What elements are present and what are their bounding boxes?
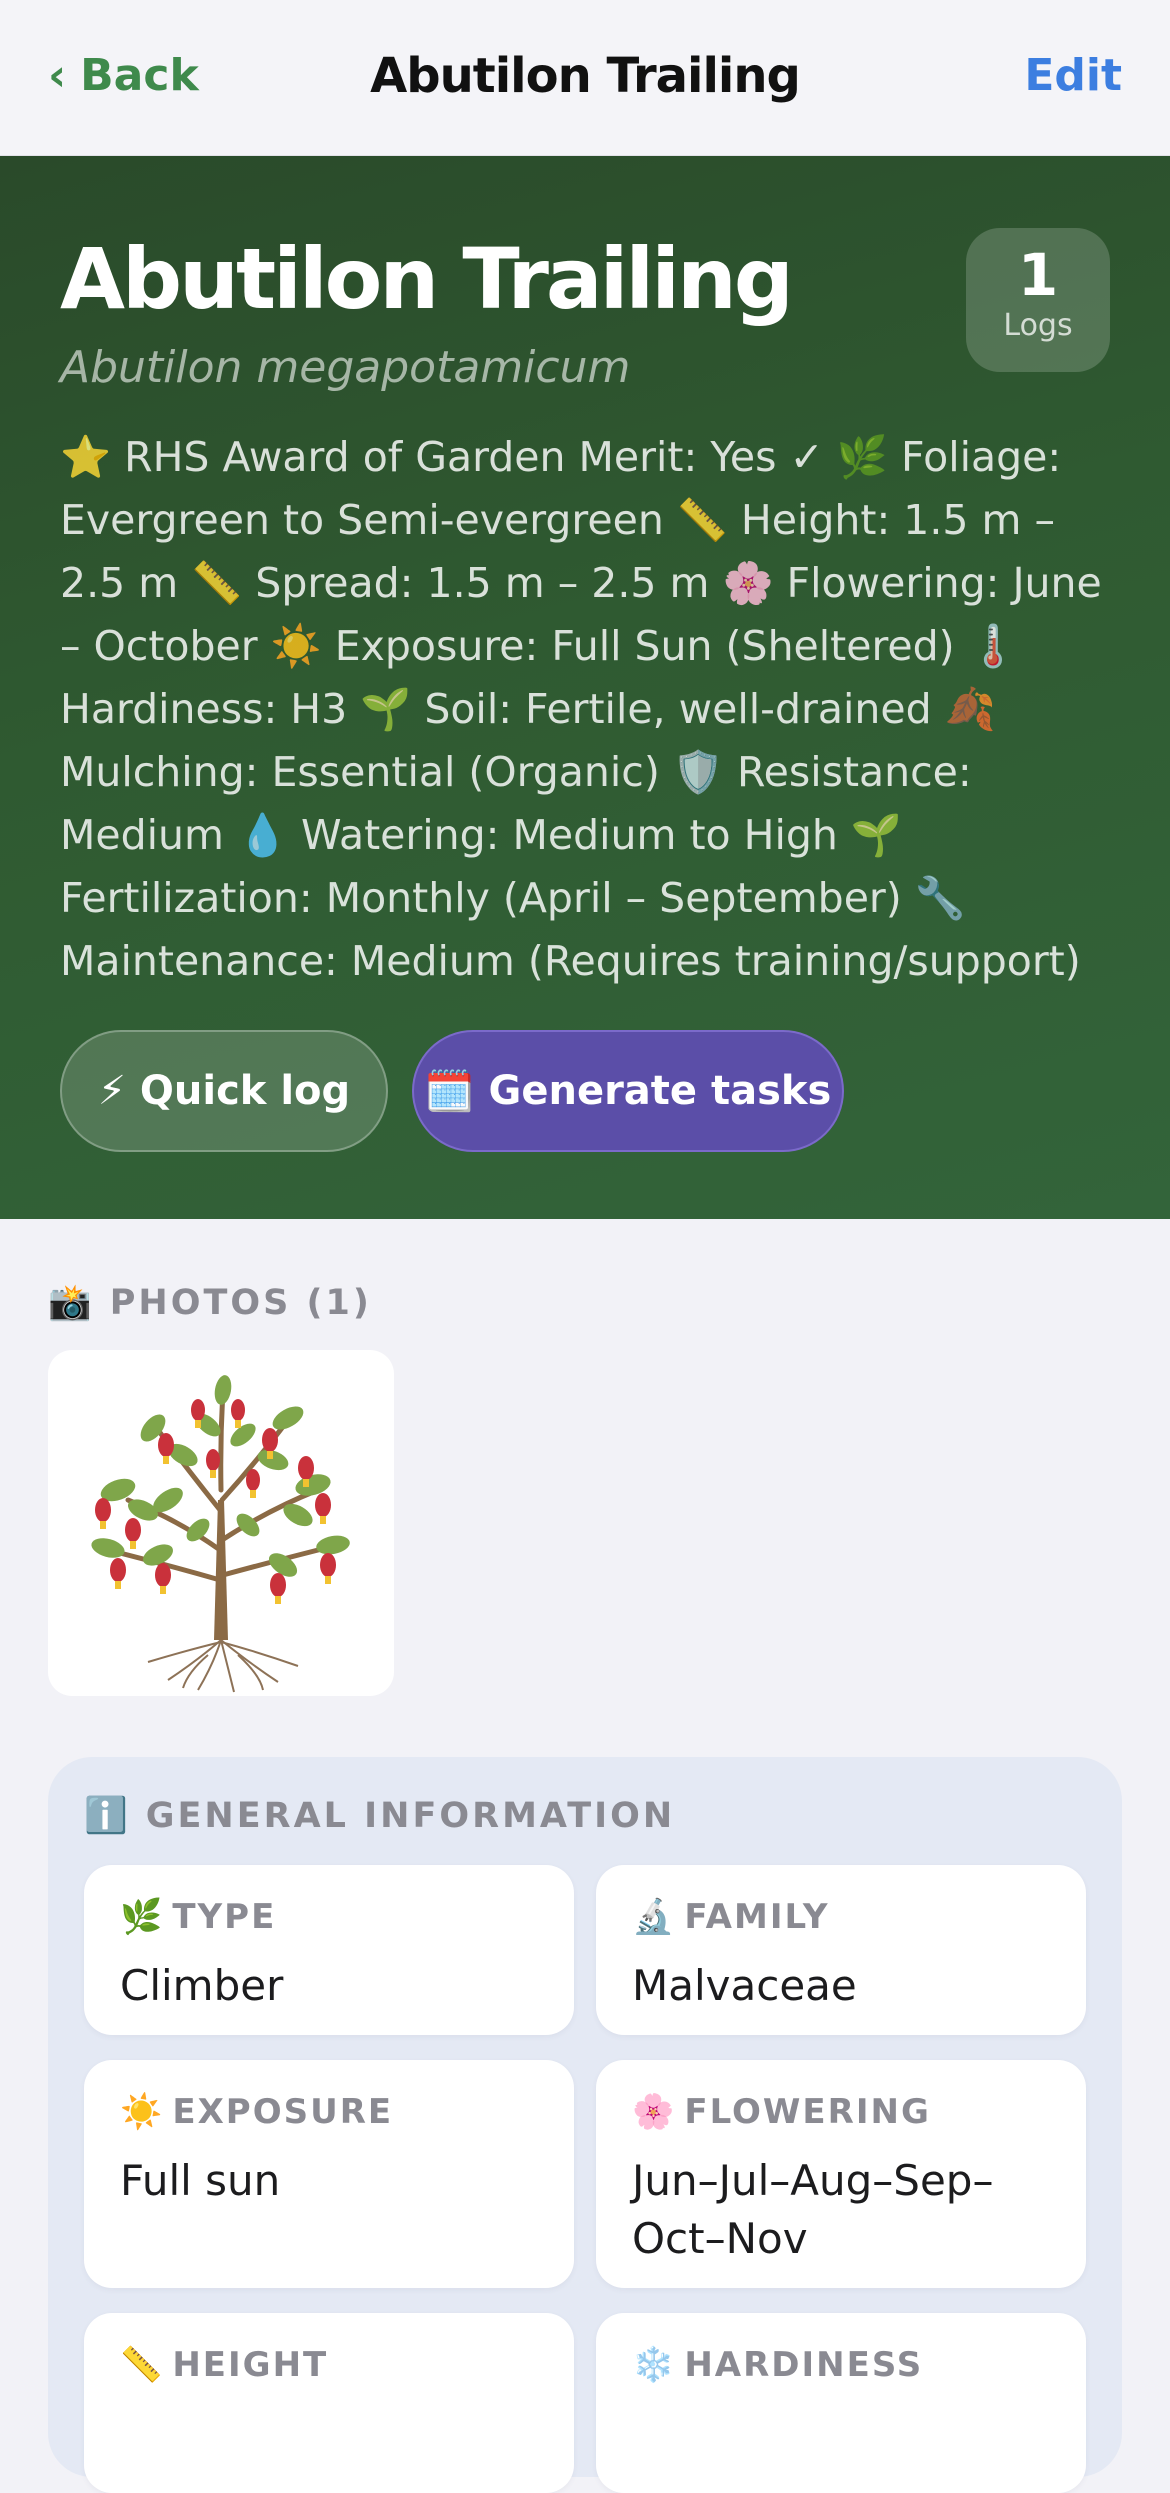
logs-count: 1 — [1017, 241, 1059, 309]
family-label: FAMILY — [684, 1897, 830, 1937]
navigation-bar: ‹ Back Abutilon Trailing Edit — [0, 0, 1170, 156]
snowflake-icon: ❄️ — [632, 2345, 675, 2385]
info-icon: ℹ️ — [84, 1796, 131, 1836]
info-card-hardiness-label: ❄️ HARDINESS — [632, 2345, 923, 2385]
info-card-family-label: 🔬 FAMILY — [632, 1897, 829, 1937]
type-label: TYPE — [172, 1897, 277, 1937]
exposure-label: EXPOSURE — [172, 2092, 394, 2132]
general-information-label: GENERAL INFORMATION — [145, 1796, 676, 1836]
photos-header-label: PHOTOS (1) — [109, 1283, 372, 1323]
general-information-panel: ℹ️ GENERAL INFORMATION 🌿 TYPE Climber 🔬 FA… — [48, 1757, 1122, 2493]
photos-section-header: 📸 PHOTOS (1) — [48, 1282, 372, 1323]
back-label: Back — [80, 50, 199, 101]
hardiness-label: HARDINESS — [684, 2345, 924, 2385]
calendar-icon: 🗓️ — [424, 1068, 475, 1115]
exposure-value: Full sun — [120, 2156, 281, 2205]
back-button[interactable]: ‹ Back — [48, 50, 199, 101]
plant-hero: Abutilon Trailing Abutilon megapotamicum… — [0, 156, 1170, 1219]
quick-log-button[interactable]: ⚡ Quick log — [60, 1030, 388, 1152]
info-card-exposure-label: ☀️ EXPOSURE — [120, 2092, 393, 2132]
info-card-flowering: 🌸 FLOWERING Jun–Jul–Aug–Sep–Oct–Nov — [596, 2060, 1086, 2288]
info-card-type-label: 🌿 TYPE — [120, 1897, 276, 1937]
quick-log-label: Quick log — [139, 1068, 351, 1114]
sun-icon: ☀️ — [120, 2092, 163, 2132]
plant-photo-thumbnail[interactable] — [48, 1350, 394, 1696]
edit-button[interactable]: Edit — [1024, 50, 1122, 101]
herb-icon: 🌿 — [120, 1897, 163, 1937]
general-information-header: ℹ️ GENERAL INFORMATION — [84, 1795, 675, 1836]
flowering-value: Jun–Jul–Aug–Sep–Oct–Nov — [632, 2156, 994, 2263]
generate-tasks-label: Generate tasks — [488, 1068, 832, 1114]
generate-tasks-button[interactable]: 🗓️ Generate tasks — [412, 1030, 844, 1152]
type-value: Climber — [120, 1961, 284, 2010]
scientific-name: Abutilon megapotamicum — [60, 342, 631, 393]
ruler-icon: 📏 — [120, 2345, 163, 2385]
info-card-height-label: 📏 HEIGHT — [120, 2345, 328, 2385]
height-label: HEIGHT — [172, 2345, 329, 2385]
info-card-exposure: ☀️ EXPOSURE Full sun — [84, 2060, 574, 2288]
info-card-family: 🔬 FAMILY Malvaceae — [596, 1865, 1086, 2035]
blossom-icon: 🌸 — [632, 2092, 675, 2132]
info-card-hardiness: ❄️ HARDINESS — [596, 2313, 1086, 2493]
flowering-label: FLOWERING — [684, 2092, 931, 2132]
info-card-height: 📏 HEIGHT — [84, 2313, 574, 2493]
info-card-type: 🌿 TYPE Climber — [84, 1865, 574, 2035]
microscope-icon: 🔬 — [632, 1897, 675, 1937]
family-value: Malvaceae — [632, 1961, 857, 2010]
info-card-flowering-label: 🌸 FLOWERING — [632, 2092, 931, 2132]
plant-title: Abutilon Trailing — [60, 230, 794, 328]
lightning-icon: ⚡ — [97, 1068, 126, 1114]
logs-count-badge[interactable]: 1 Logs — [966, 228, 1110, 372]
camera-flash-icon: 📸 — [48, 1283, 95, 1323]
plant-description: ⭐ RHS Award of Garden Merit: Yes ✓ 🌿 Fol… — [60, 433, 1102, 985]
logs-label: Logs — [1003, 308, 1073, 343]
plant-illustration-icon — [91, 1375, 350, 1693]
chevron-left-icon: ‹ — [48, 50, 67, 101]
